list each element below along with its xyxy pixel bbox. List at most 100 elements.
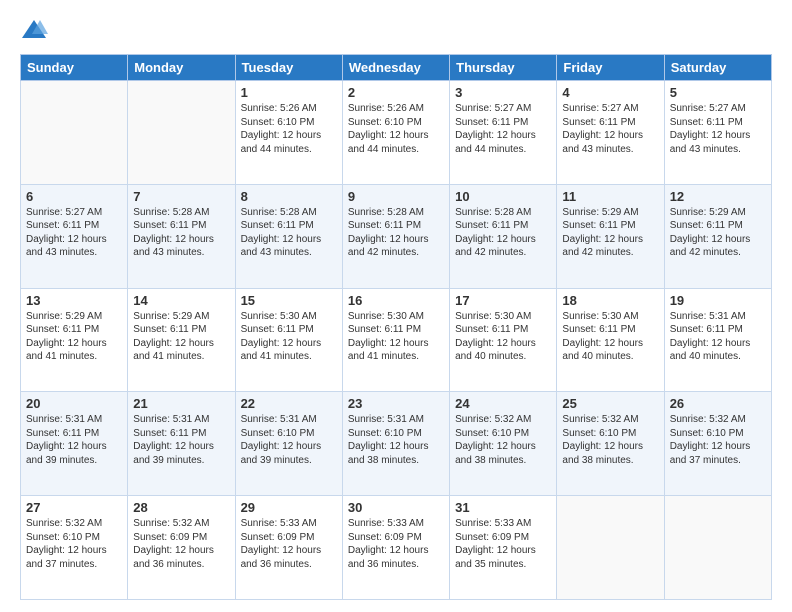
calendar-table: SundayMondayTuesdayWednesdayThursdayFrid…	[20, 54, 772, 600]
day-info: Sunrise: 5:31 AM Sunset: 6:10 PM Dayligh…	[348, 413, 444, 467]
calendar-week-row: 1 Sunrise: 5:26 AM Sunset: 6:10 PM Daylig…	[21, 81, 772, 185]
day-number: 17	[455, 293, 551, 308]
day-info: Sunrise: 5:33 AM Sunset: 6:09 PM Dayligh…	[455, 517, 551, 571]
calendar-day-28: 28 Sunrise: 5:32 AM Sunset: 6:09 PM Dayli…	[128, 496, 235, 600]
day-number: 1	[241, 85, 337, 100]
day-number: 6	[26, 189, 122, 204]
day-info: Sunrise: 5:26 AM Sunset: 6:10 PM Dayligh…	[348, 102, 444, 156]
calendar-week-row: 6 Sunrise: 5:27 AM Sunset: 6:11 PM Daylig…	[21, 184, 772, 288]
day-number: 3	[455, 85, 551, 100]
calendar-day-header-thursday: Thursday	[450, 55, 557, 81]
day-info: Sunrise: 5:28 AM Sunset: 6:11 PM Dayligh…	[241, 206, 337, 260]
calendar-day-3: 3 Sunrise: 5:27 AM Sunset: 6:11 PM Daylig…	[450, 81, 557, 185]
logo	[20, 16, 52, 44]
logo-icon	[20, 16, 48, 44]
day-info: Sunrise: 5:31 AM Sunset: 6:11 PM Dayligh…	[133, 413, 229, 467]
day-info: Sunrise: 5:29 AM Sunset: 6:11 PM Dayligh…	[133, 310, 229, 364]
day-info: Sunrise: 5:32 AM Sunset: 6:10 PM Dayligh…	[26, 517, 122, 571]
day-info: Sunrise: 5:27 AM Sunset: 6:11 PM Dayligh…	[670, 102, 766, 156]
day-number: 10	[455, 189, 551, 204]
calendar-day-19: 19Sunrise: 5:31 AM Sunset: 6:11 PM Dayli…	[664, 288, 771, 392]
day-info: Sunrise: 5:29 AM Sunset: 6:11 PM Dayligh…	[670, 206, 766, 260]
day-number: 26	[670, 396, 766, 411]
calendar-day-14: 14 Sunrise: 5:29 AM Sunset: 6:11 PM Dayli…	[128, 288, 235, 392]
day-info: Sunrise: 5:31 AM Sunset: 6:11 PM Dayligh…	[670, 310, 766, 364]
day-number: 12	[670, 189, 766, 204]
day-info: Sunrise: 5:32 AM Sunset: 6:10 PM Dayligh…	[562, 413, 658, 467]
calendar-week-row: 20Sunrise: 5:31 AM Sunset: 6:11 PM Dayli…	[21, 392, 772, 496]
calendar-day-21: 21Sunrise: 5:31 AM Sunset: 6:11 PM Dayli…	[128, 392, 235, 496]
calendar-day-9: 9 Sunrise: 5:28 AM Sunset: 6:11 PM Daylig…	[342, 184, 449, 288]
day-info: Sunrise: 5:32 AM Sunset: 6:10 PM Dayligh…	[455, 413, 551, 467]
day-number: 14	[133, 293, 229, 308]
day-number: 30	[348, 500, 444, 515]
day-info: Sunrise: 5:27 AM Sunset: 6:11 PM Dayligh…	[562, 102, 658, 156]
day-info: Sunrise: 5:30 AM Sunset: 6:11 PM Dayligh…	[241, 310, 337, 364]
day-number: 8	[241, 189, 337, 204]
calendar-day-4: 4 Sunrise: 5:27 AM Sunset: 6:11 PM Daylig…	[557, 81, 664, 185]
calendar-day-header-friday: Friday	[557, 55, 664, 81]
day-info: Sunrise: 5:31 AM Sunset: 6:10 PM Dayligh…	[241, 413, 337, 467]
calendar-day-24: 24 Sunrise: 5:32 AM Sunset: 6:10 PM Dayli…	[450, 392, 557, 496]
day-number: 2	[348, 85, 444, 100]
calendar-day-20: 20Sunrise: 5:31 AM Sunset: 6:11 PM Dayli…	[21, 392, 128, 496]
calendar-day-16: 16Sunrise: 5:30 AM Sunset: 6:11 PM Dayli…	[342, 288, 449, 392]
calendar-day-27: 27 Sunrise: 5:32 AM Sunset: 6:10 PM Dayli…	[21, 496, 128, 600]
day-number: 27	[26, 500, 122, 515]
calendar-day-15: 15 Sunrise: 5:30 AM Sunset: 6:11 PM Dayli…	[235, 288, 342, 392]
day-number: 28	[133, 500, 229, 515]
day-info: Sunrise: 5:28 AM Sunset: 6:11 PM Dayligh…	[455, 206, 551, 260]
day-number: 24	[455, 396, 551, 411]
calendar-day-header-saturday: Saturday	[664, 55, 771, 81]
day-info: Sunrise: 5:30 AM Sunset: 6:11 PM Dayligh…	[562, 310, 658, 364]
calendar-day-header-monday: Monday	[128, 55, 235, 81]
calendar-empty-cell	[664, 496, 771, 600]
calendar-empty-cell	[128, 81, 235, 185]
day-info: Sunrise: 5:26 AM Sunset: 6:10 PM Dayligh…	[241, 102, 337, 156]
calendar-day-13: 13Sunrise: 5:29 AM Sunset: 6:11 PM Dayli…	[21, 288, 128, 392]
day-number: 9	[348, 189, 444, 204]
calendar-day-26: 26 Sunrise: 5:32 AM Sunset: 6:10 PM Dayli…	[664, 392, 771, 496]
calendar-day-1: 1 Sunrise: 5:26 AM Sunset: 6:10 PM Daylig…	[235, 81, 342, 185]
day-info: Sunrise: 5:32 AM Sunset: 6:10 PM Dayligh…	[670, 413, 766, 467]
day-number: 5	[670, 85, 766, 100]
calendar-day-25: 25 Sunrise: 5:32 AM Sunset: 6:10 PM Dayli…	[557, 392, 664, 496]
day-info: Sunrise: 5:32 AM Sunset: 6:09 PM Dayligh…	[133, 517, 229, 571]
day-info: Sunrise: 5:28 AM Sunset: 6:11 PM Dayligh…	[348, 206, 444, 260]
day-info: Sunrise: 5:27 AM Sunset: 6:11 PM Dayligh…	[455, 102, 551, 156]
calendar-day-header-sunday: Sunday	[21, 55, 128, 81]
day-number: 31	[455, 500, 551, 515]
day-number: 18	[562, 293, 658, 308]
calendar-day-10: 10 Sunrise: 5:28 AM Sunset: 6:11 PM Dayli…	[450, 184, 557, 288]
day-number: 15	[241, 293, 337, 308]
day-number: 13	[26, 293, 122, 308]
page: SundayMondayTuesdayWednesdayThursdayFrid…	[0, 0, 792, 612]
day-info: Sunrise: 5:28 AM Sunset: 6:11 PM Dayligh…	[133, 206, 229, 260]
calendar-empty-cell	[557, 496, 664, 600]
calendar-day-5: 5 Sunrise: 5:27 AM Sunset: 6:11 PM Daylig…	[664, 81, 771, 185]
day-number: 23	[348, 396, 444, 411]
calendar-week-row: 27 Sunrise: 5:32 AM Sunset: 6:10 PM Dayli…	[21, 496, 772, 600]
day-number: 22	[241, 396, 337, 411]
calendar-day-31: 31 Sunrise: 5:33 AM Sunset: 6:09 PM Dayli…	[450, 496, 557, 600]
day-info: Sunrise: 5:29 AM Sunset: 6:11 PM Dayligh…	[562, 206, 658, 260]
calendar-day-6: 6 Sunrise: 5:27 AM Sunset: 6:11 PM Daylig…	[21, 184, 128, 288]
day-info: Sunrise: 5:30 AM Sunset: 6:11 PM Dayligh…	[455, 310, 551, 364]
day-number: 11	[562, 189, 658, 204]
day-info: Sunrise: 5:33 AM Sunset: 6:09 PM Dayligh…	[241, 517, 337, 571]
day-info: Sunrise: 5:27 AM Sunset: 6:11 PM Dayligh…	[26, 206, 122, 260]
calendar-day-22: 22 Sunrise: 5:31 AM Sunset: 6:10 PM Dayli…	[235, 392, 342, 496]
calendar-day-18: 18 Sunrise: 5:30 AM Sunset: 6:11 PM Dayli…	[557, 288, 664, 392]
calendar-empty-cell	[21, 81, 128, 185]
calendar-day-30: 30Sunrise: 5:33 AM Sunset: 6:09 PM Dayli…	[342, 496, 449, 600]
header	[20, 16, 772, 44]
day-number: 7	[133, 189, 229, 204]
calendar-day-12: 12 Sunrise: 5:29 AM Sunset: 6:11 PM Dayli…	[664, 184, 771, 288]
calendar-day-header-wednesday: Wednesday	[342, 55, 449, 81]
day-number: 25	[562, 396, 658, 411]
calendar-day-29: 29Sunrise: 5:33 AM Sunset: 6:09 PM Dayli…	[235, 496, 342, 600]
calendar-day-header-tuesday: Tuesday	[235, 55, 342, 81]
day-number: 4	[562, 85, 658, 100]
calendar-day-2: 2 Sunrise: 5:26 AM Sunset: 6:10 PM Daylig…	[342, 81, 449, 185]
calendar-day-17: 17 Sunrise: 5:30 AM Sunset: 6:11 PM Dayli…	[450, 288, 557, 392]
